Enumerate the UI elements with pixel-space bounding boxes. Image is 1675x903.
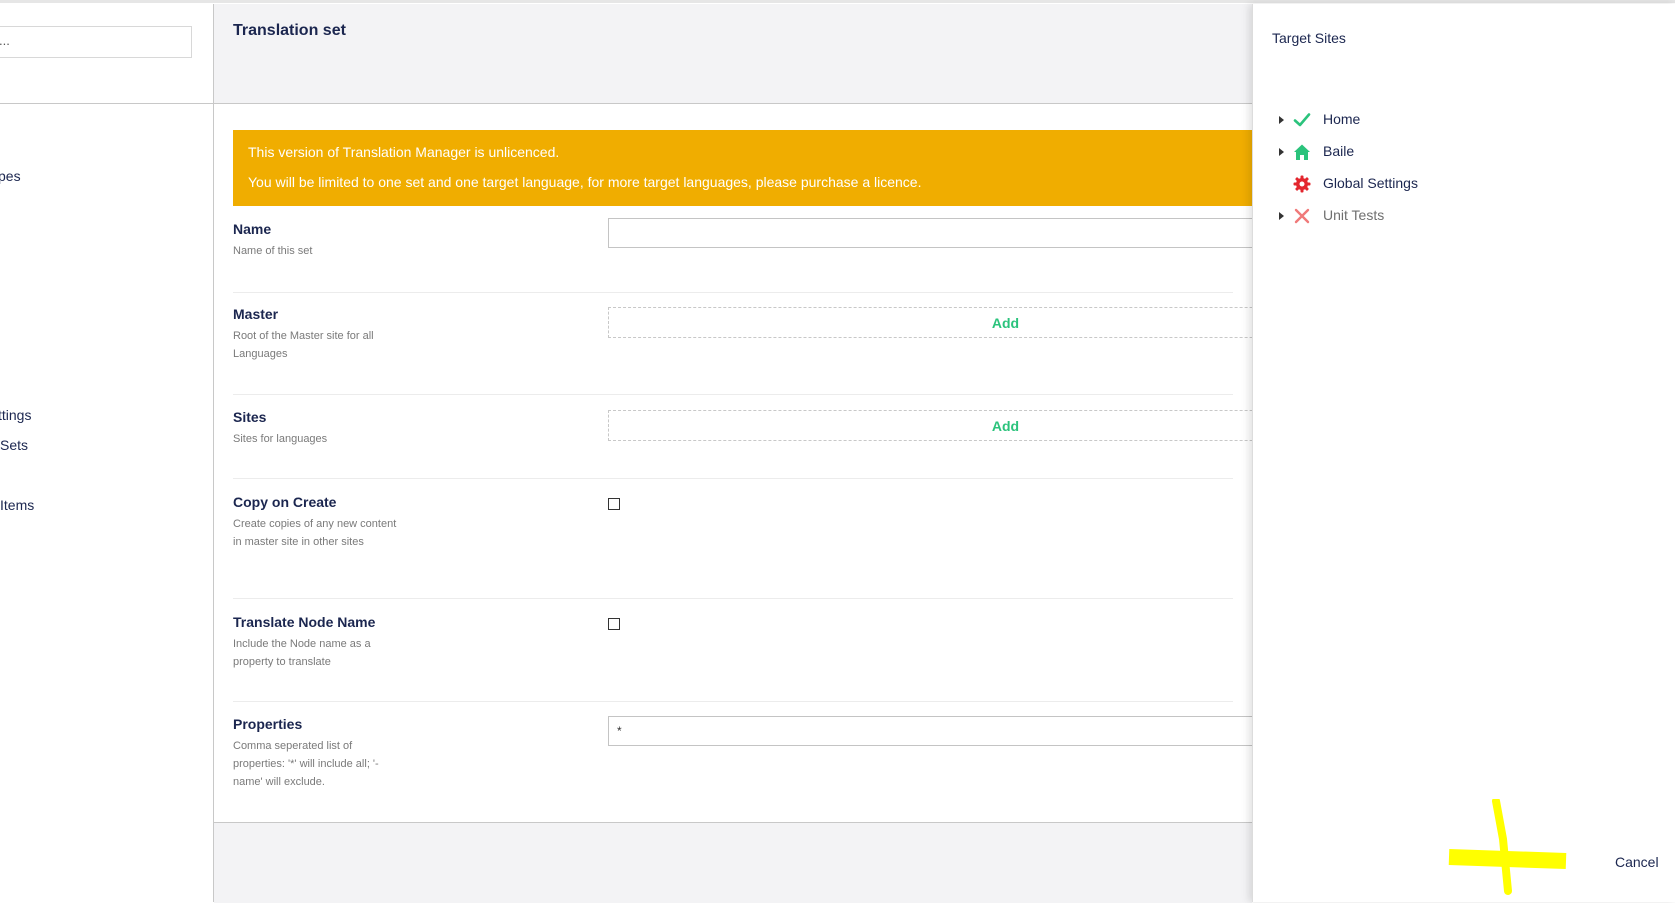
target-sites-panel: Target Sites Home Baile Global Settings [1252,4,1675,902]
divider [233,394,1233,395]
tree-item-label[interactable]: Unit Tests [1323,207,1384,223]
property-description: Comma seperated list of properties: '*' … [233,740,379,788]
property-translate-node-name: Translate Node Name Include the Node nam… [233,614,1233,671]
expand-caret-icon[interactable] [1279,148,1284,156]
licence-warning-banner: This version of Translation Manager is u… [233,130,1252,206]
tree-item-label[interactable]: Home [1323,111,1360,127]
divider [233,478,1233,479]
translate-node-name-checkbox[interactable] [608,618,620,630]
sidebar: ... pes ttings Sets Items [0,4,214,902]
property-copy-on-create: Copy on Create Create copies of any new … [233,494,1233,551]
page-title: Translation set [233,22,346,39]
tree-item-baile[interactable]: Baile [1253,143,1553,167]
copy-on-create-checkbox[interactable] [608,498,620,510]
editor-panel: Translation set This version of Translat… [214,4,1403,903]
divider [233,292,1233,293]
divider [233,701,1233,702]
property-label: Copy on Create [233,494,337,510]
sidebar-divider [0,103,213,104]
property-description: Create copies of any new content in mast… [233,518,397,548]
editor-footer [214,822,1252,903]
sidebar-item-items[interactable]: Items [0,497,34,513]
banner-line-2: You will be limited to one set and one t… [248,174,922,190]
top-border [0,0,1675,3]
tools-icon [1294,208,1310,224]
tree-item-unit-tests[interactable]: Unit Tests [1253,207,1553,231]
editor-header: Translation set [214,4,1252,104]
sidebar-item-types[interactable]: pes [0,168,21,184]
tree-item-label[interactable]: Baile [1323,143,1354,159]
tree-item-home[interactable]: Home [1253,111,1553,135]
divider [233,598,1233,599]
expand-caret-icon[interactable] [1279,116,1284,124]
sidebar-item-sets[interactable]: Sets [0,437,28,453]
property-label: Translate Node Name [233,614,376,630]
panel-title: Target Sites [1272,30,1346,46]
search-input[interactable]: ... [0,26,192,58]
property-description: Root of the Master site for all Language… [233,330,374,360]
gear-icon [1293,175,1311,193]
tree-item-label[interactable]: Global Settings [1323,175,1418,191]
expand-caret-icon[interactable] [1279,212,1284,220]
banner-line-1: This version of Translation Manager is u… [248,144,560,160]
check-icon [1293,113,1311,127]
property-description: Include the Node name as a property to t… [233,638,371,668]
yellow-annotation-mark [1448,799,1567,895]
property-description: Name of this set [233,245,313,257]
tree-item-global-settings[interactable]: Global Settings [1253,175,1553,199]
property-description: Sites for languages [233,433,328,445]
sidebar-item-settings[interactable]: ttings [0,407,31,423]
cancel-button[interactable]: Cancel [1615,854,1659,870]
home-icon [1294,144,1310,160]
